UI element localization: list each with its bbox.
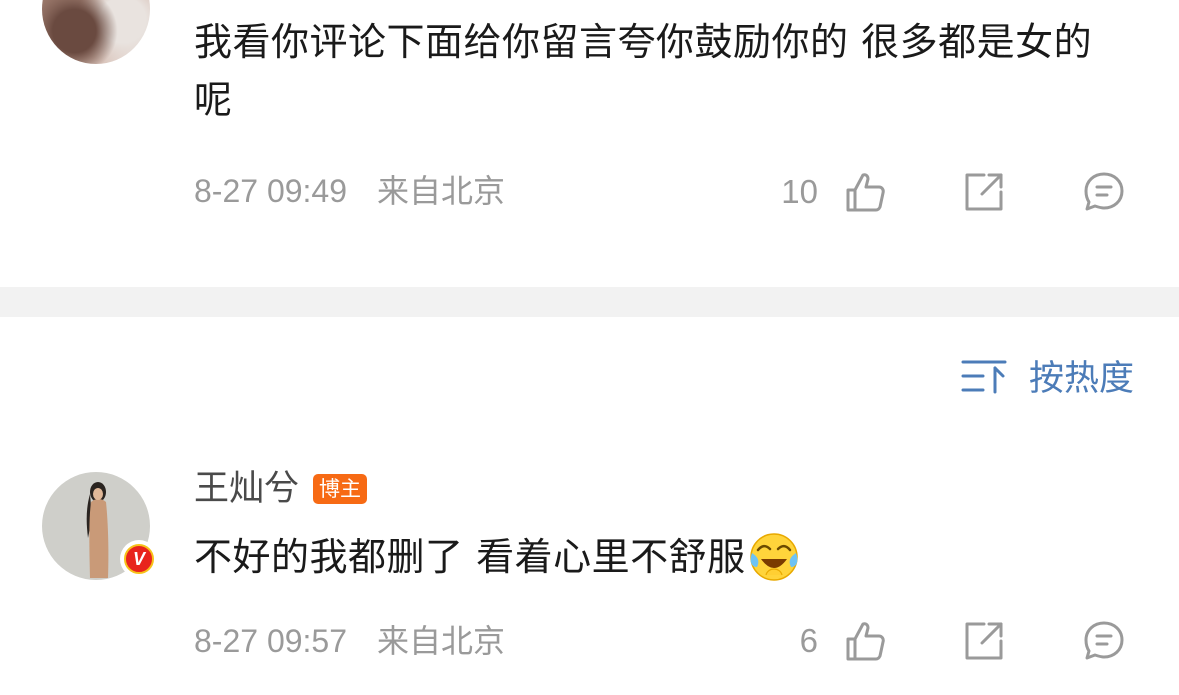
reply-icon[interactable] [1082,170,1126,214]
comment-text-content: 不好的我都删了 看着心里不舒服 [194,535,746,579]
reply-icon[interactable] [1082,619,1126,663]
comment-feed: 我看你评论下面给你留言夸你鼓励你的 很多都是女的呢 8-27 09:49 来自北京… [0,0,1179,695]
sort-toggle[interactable]: 按热度 [961,350,1134,401]
author-name[interactable]: 王灿兮 [194,468,299,510]
section-divider [0,287,1179,317]
like-icon[interactable] [843,170,887,214]
comment-text: 不好的我都删了 看着心里不舒服 [194,528,800,586]
commenter-avatar[interactable] [42,0,150,64]
avatar-image [42,0,150,64]
comment-time: 8-27 09:49 [194,173,348,209]
like-count: 6 [799,622,818,659]
comment-text: 我看你评论下面给你留言夸你鼓励你的 很多都是女的呢 [194,20,1093,122]
comment-time: 8-27 09:57 [194,623,348,659]
verified-badge: V [120,540,158,578]
comment-location: 来自北京 [377,172,506,210]
sort-icon [961,356,1007,396]
sort-label: 按热度 [1028,359,1134,399]
comment-meta: 8-27 09:57 来自北京 [194,621,505,661]
like-count: 10 [781,173,818,210]
share-icon[interactable] [962,170,1006,214]
comment-meta: 8-27 09:49 来自北京 [194,171,505,211]
like-icon[interactable] [843,619,887,663]
share-icon[interactable] [962,619,1006,663]
author-name-row: 王灿兮 博主 [194,468,368,510]
laugh-cry-icon [748,531,800,583]
comment-location: 来自北京 [377,622,506,660]
owner-tag: 博主 [313,474,368,504]
author-avatar[interactable]: V [42,472,158,580]
